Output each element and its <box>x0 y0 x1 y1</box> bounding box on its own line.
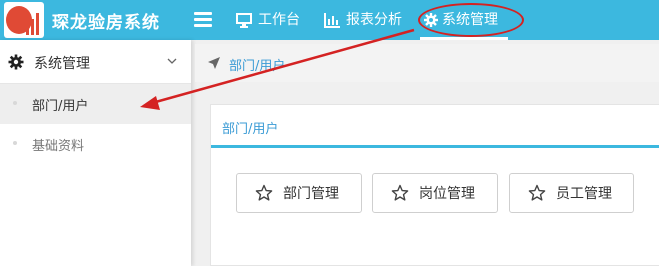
bullet-dot <box>13 141 17 145</box>
logo-bars <box>26 11 42 35</box>
nav-workbench-label: 工作台 <box>258 12 300 28</box>
highlight-ellipse <box>418 3 524 37</box>
sidebar-item-dept-user[interactable]: 部门/用户 <box>0 84 191 124</box>
location-arrow-icon <box>208 57 220 69</box>
breadcrumb: 部门/用户 <box>195 44 659 82</box>
panel-title: 部门/用户 <box>222 122 279 137</box>
star-icon <box>255 184 273 201</box>
nav-active-underline <box>420 37 508 40</box>
monitor-icon <box>236 12 252 28</box>
star-icon <box>391 184 409 201</box>
button-label: 部门管理 <box>283 186 339 202</box>
top-bar: 琛龙验房系统 工作台 报表分析 系统管理 <box>0 0 659 40</box>
gear-icon <box>8 54 24 70</box>
sidebar-item-label: 部门/用户 <box>32 99 89 114</box>
chevron-down-icon <box>167 58 177 64</box>
sidebar-item-label: 基础资料 <box>32 139 85 154</box>
nav-workbench[interactable]: 工作台 <box>236 10 300 30</box>
app-logo <box>4 2 44 38</box>
sidebar: 系统管理 部门/用户 基础资料 <box>0 40 191 266</box>
button-label: 员工管理 <box>556 186 612 202</box>
nav-report-analysis[interactable]: 报表分析 <box>324 10 402 30</box>
panel-title-underline <box>211 145 659 148</box>
menu-toggle-icon[interactable] <box>194 12 212 28</box>
sidebar-group-title: 系统管理 <box>34 56 90 72</box>
bar-chart-icon <box>324 12 340 28</box>
nav-report-label: 报表分析 <box>346 12 402 28</box>
sidebar-group-system-management[interactable]: 系统管理 <box>0 40 191 84</box>
app-title: 琛龙验房系统 <box>52 13 160 33</box>
breadcrumb-current[interactable]: 部门/用户 <box>229 55 285 74</box>
dept-management-button[interactable]: 部门管理 <box>236 173 362 213</box>
star-icon <box>528 184 546 201</box>
bullet-dot <box>13 101 17 105</box>
sidebar-item-basic-data[interactable]: 基础资料 <box>0 124 191 164</box>
staff-management-button[interactable]: 员工管理 <box>509 173 634 213</box>
button-label: 岗位管理 <box>419 186 475 202</box>
post-management-button[interactable]: 岗位管理 <box>372 173 498 213</box>
